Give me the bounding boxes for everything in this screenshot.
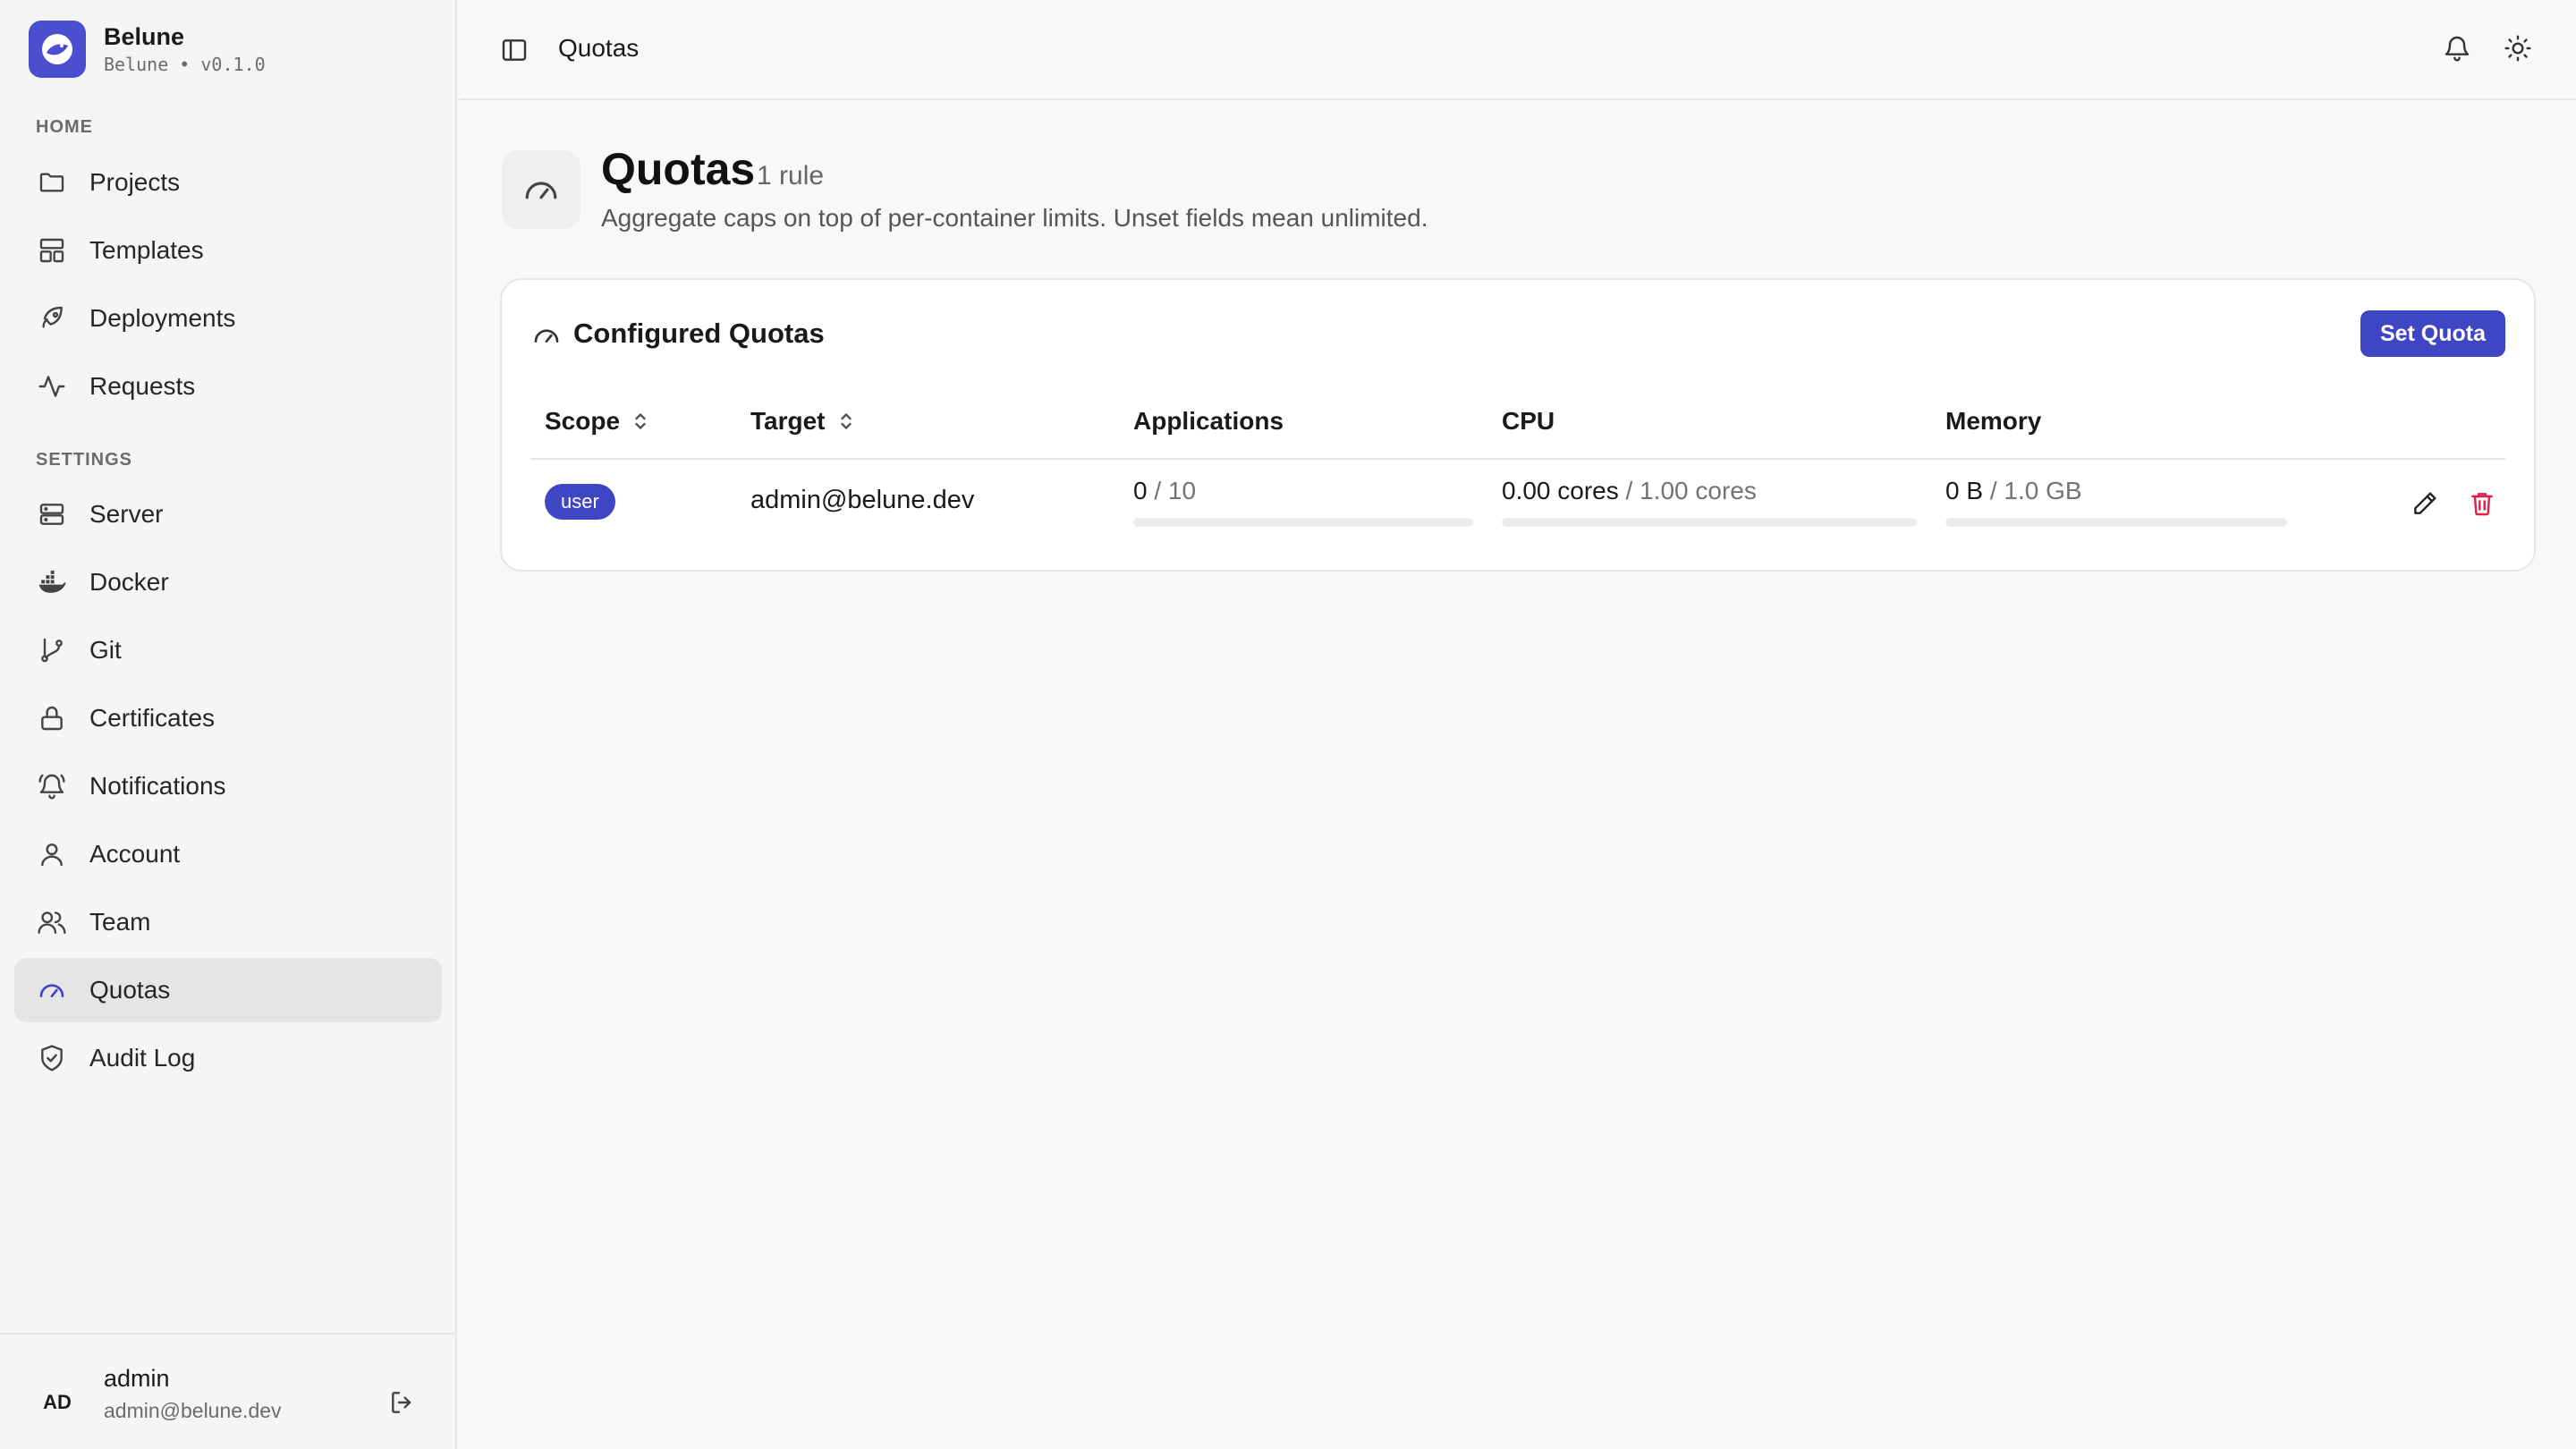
column-header-label: Target [750,407,826,435]
gauge-icon [36,974,68,1006]
cpu-used: 0.00 cores [1502,477,1619,504]
topbar: Quotas [459,0,2576,100]
cpu-usage: 0.00 cores / 1.00 cores [1502,477,1757,505]
templates-icon [36,234,68,267]
sidebar-item-templates[interactable]: Templates [14,218,442,283]
sidebar-item-label: Requests [89,372,196,400]
belune-logo-icon [29,21,86,78]
bell-icon[interactable] [2439,30,2475,66]
sidebar-item-label: Audit Log [89,1044,196,1072]
quotas-card: Configured Quotas Set Quota Scope Target… [500,278,2536,572]
cpu-progress-bar [1502,518,1917,527]
rocket-icon [36,302,68,335]
sidebar-item-label: Projects [89,168,181,196]
delete-icon[interactable] [2464,486,2500,521]
lock-icon [36,702,68,734]
avatar[interactable]: AD [29,1374,86,1431]
app-version: Belune • v0.1.0 [104,54,266,75]
sidebar-item-audit-log[interactable]: Audit Log [14,1026,442,1090]
sidebar-item-label: Deployments [89,304,236,332]
section-label-settings: SETTINGS [36,450,133,470]
applications-usage: 0 / 10 [1133,477,1196,505]
column-header-memory: Memory [1945,407,2042,435]
set-quota-button[interactable]: Set Quota [2360,310,2505,357]
sidebar-toggle-icon[interactable] [496,32,532,68]
quota-target: admin@belune.dev [750,486,975,514]
activity-icon [36,370,68,402]
column-header-target[interactable]: Target [750,407,854,436]
column-header-cpu: CPU [1502,407,1555,435]
applications-progress-bar [1133,518,1473,527]
sidebar-item-git[interactable]: Git [14,618,442,682]
sidebar-item-docker[interactable]: Docker [14,550,442,614]
sidebar-item-team[interactable]: Team [14,890,442,954]
header-divider [530,458,2505,460]
logout-icon[interactable] [385,1385,420,1420]
docker-icon [36,566,68,598]
sidebar-item-label: Certificates [89,704,216,732]
column-header-applications: Applications [1133,407,1284,435]
folder-icon [36,166,68,199]
user-name: admin [104,1365,170,1392]
sidebar-item-label: Templates [89,236,204,264]
rule-count: 1 rule [757,161,825,191]
sidebar-item-label: Team [89,908,151,936]
page-title: Quotas [601,144,756,194]
sort-icon [838,411,854,432]
sidebar-item-deployments[interactable]: Deployments [14,286,442,351]
memory-limit: / 1.0 GB [1989,477,2082,504]
sidebar-item-label: Docker [89,568,169,596]
sidebar-item-notifications[interactable]: Notifications [14,754,442,818]
section-label-home: HOME [36,117,93,137]
user-icon [36,838,68,870]
sidebar-item-label: Quotas [89,976,171,1004]
scope-badge: user [545,484,615,520]
column-header-scope[interactable]: Scope [545,407,648,436]
memory-progress-bar [1945,518,2287,527]
sidebar-item-requests[interactable]: Requests [14,354,442,419]
applications-used: 0 [1133,477,1148,504]
shield-check-icon [36,1042,68,1074]
sidebar-item-label: Server [89,500,164,528]
sidebar-item-certificates[interactable]: Certificates [14,686,442,750]
breadcrumb: Quotas [558,34,640,62]
gauge-icon [502,150,580,229]
card-title: Configured Quotas [573,318,825,349]
gauge-icon [530,319,563,352]
users-icon [36,906,68,938]
app-name: Belune [104,23,185,50]
sidebar-item-label: Account [89,840,181,868]
sun-icon[interactable] [2500,30,2536,66]
sidebar-item-server[interactable]: Server [14,482,442,547]
page-description: Aggregate caps on top of per-container l… [601,204,1428,232]
user-email: admin@belune.dev [104,1399,282,1422]
sidebar: Belune Belune • v0.1.0 HOME Projects Tem… [0,0,457,1449]
applications-limit: / 10 [1154,477,1197,504]
sidebar-item-quotas[interactable]: Quotas [14,958,442,1022]
server-icon [36,498,68,530]
sidebar-item-label: Notifications [89,772,226,800]
memory-usage: 0 B / 1.0 GB [1945,477,2082,505]
memory-used: 0 B [1945,477,1984,504]
user-footer: AD admin admin@belune.dev [0,1333,457,1449]
bell-ring-icon [36,770,68,802]
brand[interactable]: Belune Belune • v0.1.0 [29,20,266,79]
git-branch-icon [36,634,68,666]
cpu-limit: / 1.00 cores [1625,477,1757,504]
sort-icon [632,411,648,432]
column-header-label: Scope [545,407,621,435]
sidebar-item-projects[interactable]: Projects [14,150,442,215]
sidebar-item-account[interactable]: Account [14,822,442,886]
sidebar-item-label: Git [89,636,122,664]
edit-icon[interactable] [2407,486,2443,521]
